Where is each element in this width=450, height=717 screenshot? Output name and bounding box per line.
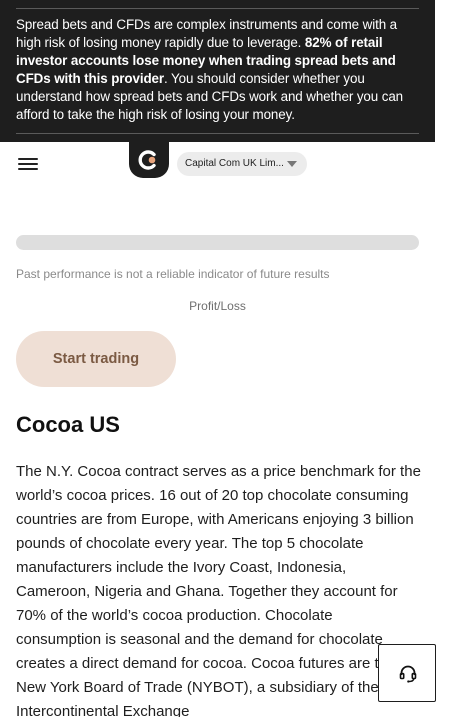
entity-selector-label: Capital Com UK Lim... (185, 158, 284, 169)
entity-selector-dropdown[interactable]: Capital Com UK Lim... (177, 152, 307, 176)
support-chat-button[interactable] (378, 644, 436, 702)
caret-down-icon (287, 161, 297, 167)
risk-banner-bottom-divider (16, 133, 419, 134)
risk-banner-top-divider (16, 8, 419, 9)
hamburger-menu-icon[interactable] (18, 156, 38, 172)
hamburger-line (18, 168, 38, 170)
asset-title: Cocoa US (16, 412, 120, 437)
hamburger-line (18, 163, 38, 165)
logo-c-icon (138, 150, 156, 170)
capital-com-logo[interactable] (129, 142, 169, 178)
headset-support-icon (399, 665, 417, 683)
site-header: Capital Com UK Lim... (0, 142, 435, 186)
start-trading-button[interactable]: Start trading (16, 331, 176, 387)
risk-warning-banner: Spread bets and CFDs are complex instrum… (0, 0, 435, 142)
profit-loss-bar (16, 235, 419, 250)
profit-loss-label: Profit/Loss (189, 299, 246, 313)
performance-disclaimer: Past performance is not a reliable indic… (16, 267, 330, 281)
risk-warning-text: Spread bets and CFDs are complex instrum… (16, 16, 422, 124)
hamburger-line (18, 158, 38, 160)
asset-description: The N.Y. Cocoa contract serves as a pric… (16, 463, 421, 717)
